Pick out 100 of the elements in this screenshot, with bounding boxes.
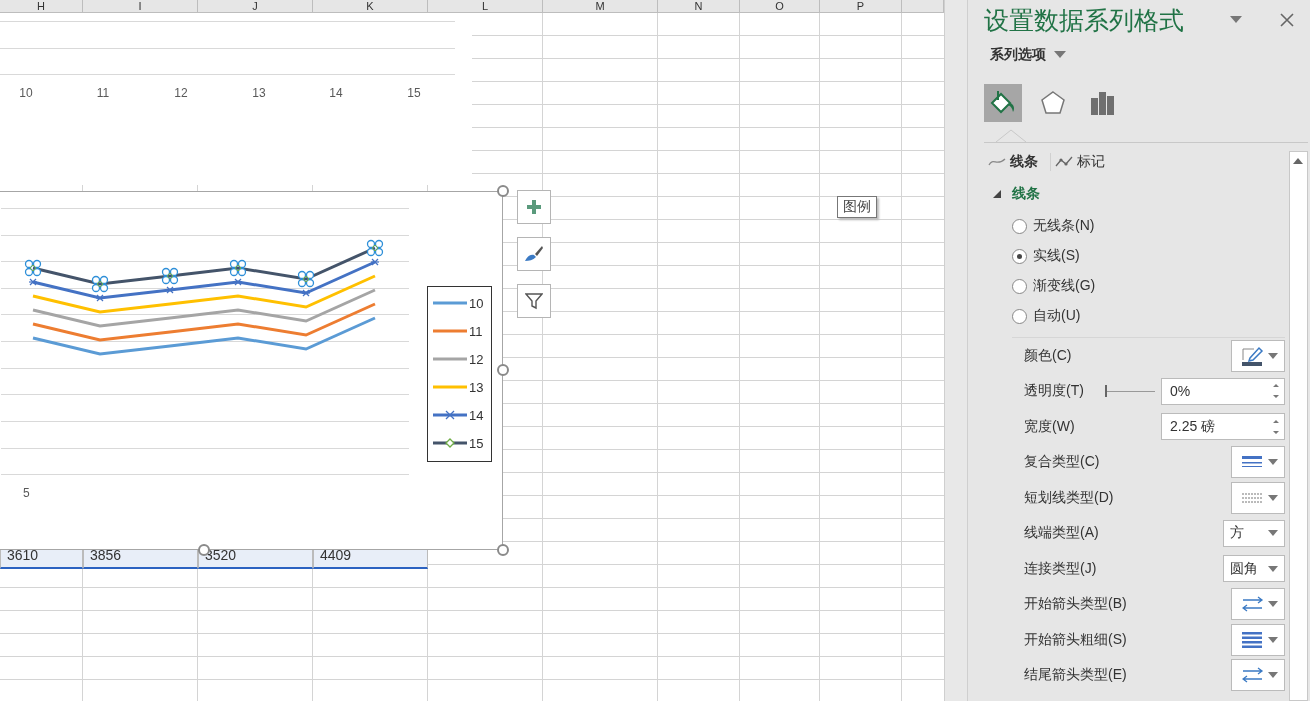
- axis-label: 14: [329, 86, 343, 100]
- filter-icon: [525, 292, 543, 310]
- caret-icon: [1268, 494, 1278, 501]
- column-header[interactable]: O: [775, 0, 784, 12]
- star-marker: [95, 294, 105, 302]
- point-handle[interactable]: [229, 259, 247, 277]
- property-label: 开始箭头类型(B): [1024, 595, 1127, 614]
- property-label: 复合类型(C): [1024, 453, 1100, 472]
- scrollbar[interactable]: [944, 0, 968, 701]
- column-header[interactable]: I: [138, 0, 142, 12]
- radio-option[interactable]: 渐变线(G): [1012, 271, 1285, 301]
- axis-label: 10: [19, 86, 33, 100]
- axis-label: 12: [174, 86, 188, 100]
- data-series[interactable]: [28, 258, 380, 302]
- radio-option[interactable]: 实线(S): [1012, 241, 1285, 271]
- axis-label: 15: [407, 86, 421, 100]
- property-label: 连接类型(J): [1024, 559, 1097, 578]
- axis-label: 11: [96, 86, 110, 100]
- data-series[interactable]: [32, 288, 376, 328]
- legend-label: 14: [469, 407, 484, 423]
- resize-handle[interactable]: [497, 544, 509, 556]
- property-label: 透明度(T): [1024, 382, 1084, 401]
- arrow-dropdown[interactable]: [1231, 588, 1285, 621]
- legend-label: 11: [469, 323, 483, 339]
- caret-icon: [1054, 51, 1066, 59]
- chart-elements-button[interactable]: [517, 190, 551, 224]
- legend-label: 12: [469, 351, 484, 367]
- property-label: 开始箭头粗细(S): [1024, 630, 1127, 649]
- column-header[interactable]: H: [37, 0, 45, 12]
- star-marker: [301, 289, 311, 297]
- chart-legend[interactable]: 10 11 12 13 14 15: [427, 286, 492, 462]
- dropdown[interactable]: 圆角: [1223, 555, 1285, 583]
- legend-label: 13: [469, 379, 484, 395]
- radio-option[interactable]: 无线条(N): [1012, 211, 1285, 241]
- column-header[interactable]: L: [481, 0, 489, 12]
- point-handle[interactable]: [161, 267, 179, 285]
- caret-icon: [1268, 352, 1278, 359]
- color-dropdown[interactable]: [1231, 339, 1285, 372]
- close-icon[interactable]: [1280, 13, 1294, 27]
- wave-line-icon: [988, 157, 1006, 167]
- sub-tab[interactable]: 线条: [984, 153, 1051, 171]
- weight-dropdown[interactable]: [1231, 623, 1285, 656]
- caret-icon: [1268, 672, 1278, 679]
- legend-label: 10: [469, 295, 484, 311]
- column-header[interactable]: P: [856, 0, 865, 12]
- pen-icon: [1242, 345, 1264, 366]
- data-series[interactable]: [24, 239, 384, 293]
- property-label: 结尾箭头类型(E): [1024, 666, 1127, 685]
- column-header[interactable]: M: [595, 0, 605, 12]
- axis-label: 5: [23, 486, 30, 500]
- point-handle[interactable]: [366, 239, 384, 257]
- property-label: 宽度(W): [1024, 417, 1075, 436]
- property-label: 短划线类型(D): [1024, 488, 1114, 507]
- arrows-icon: [1242, 596, 1264, 613]
- star-marker: [370, 258, 380, 266]
- section-header[interactable]: 线条: [984, 185, 1040, 203]
- dropdown[interactable]: 方: [1223, 519, 1285, 547]
- series-options-dropdown[interactable]: 系列选项: [984, 46, 1066, 64]
- line-weights-icon: [1242, 631, 1262, 648]
- property-label: 线端类型(A): [1024, 524, 1099, 543]
- data-series[interactable]: [32, 274, 376, 314]
- transparency-slider[interactable]: [1105, 385, 1155, 398]
- compound-dropdown[interactable]: [1231, 446, 1285, 479]
- point-handle[interactable]: [297, 270, 315, 288]
- column-header[interactable]: J: [252, 0, 258, 12]
- tooltip: 图例: [837, 196, 877, 218]
- pane-title: 设置数据系列格式: [984, 4, 1184, 36]
- star-marker: [165, 286, 175, 294]
- sub-tab[interactable]: 标记: [1051, 153, 1117, 171]
- star-marker: [28, 278, 38, 286]
- axis-label: 13: [252, 86, 266, 100]
- plus-icon: [526, 199, 542, 215]
- caret-icon: [1268, 530, 1278, 537]
- chart-filters-button[interactable]: [517, 284, 551, 318]
- caret-icon: [1268, 565, 1278, 572]
- caret-icon: [1268, 459, 1278, 466]
- caret-icon: [1268, 601, 1278, 608]
- arrow-dropdown[interactable]: [1231, 659, 1285, 692]
- spin-field[interactable]: 0%: [1161, 377, 1285, 405]
- caret-icon[interactable]: [1230, 16, 1242, 24]
- compound-lines-icon: [1242, 455, 1262, 470]
- expand-triangle-icon: [992, 189, 1002, 199]
- legend-label: 15: [469, 435, 484, 451]
- brush-icon: [524, 245, 544, 263]
- star-marker: [233, 278, 243, 286]
- radio-option[interactable]: 自动(U): [1012, 301, 1285, 331]
- point-handle[interactable]: [91, 275, 109, 293]
- chart-area[interactable]: 5 10 11 12 13 14 15: [0, 191, 503, 550]
- resize-handle[interactable]: [497, 185, 509, 197]
- spin-field[interactable]: 2.25 磅: [1161, 413, 1285, 441]
- property-label: 颜色(C): [1024, 346, 1072, 365]
- fill-tab[interactable]: [984, 84, 1022, 122]
- scroll-up-icon[interactable]: [1293, 158, 1303, 164]
- scrollbar[interactable]: [1289, 151, 1308, 701]
- chart-styles-button[interactable]: [517, 237, 551, 271]
- column-header[interactable]: K: [366, 0, 374, 12]
- point-handle[interactable]: [24, 259, 42, 277]
- dash-lines-icon: [1242, 491, 1262, 504]
- column-header[interactable]: N: [694, 0, 703, 12]
- arrows-icon: [1242, 667, 1264, 684]
